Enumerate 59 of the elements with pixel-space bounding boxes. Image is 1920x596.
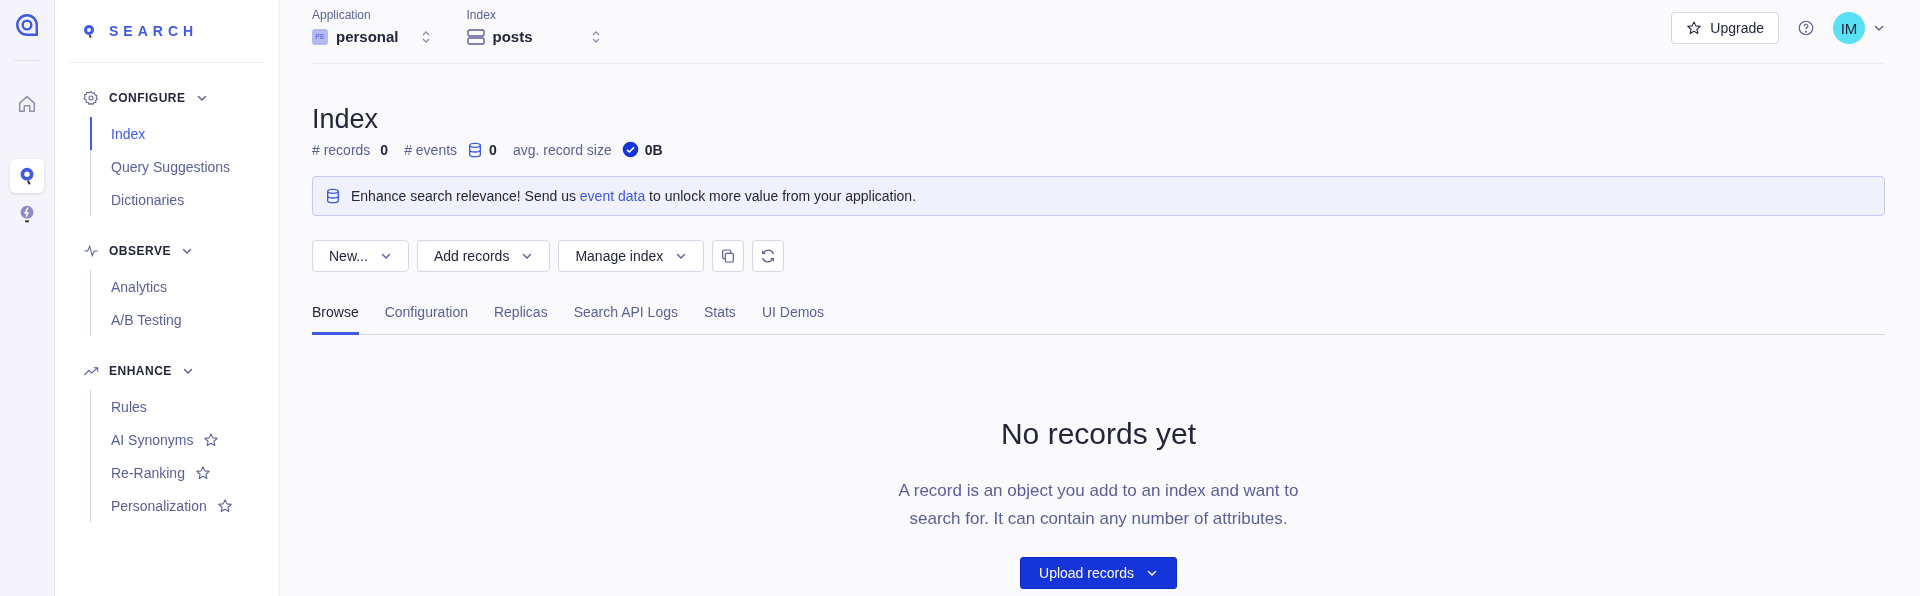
empty-state-title: No records yet (1000, 417, 1197, 451)
database-icon (325, 188, 341, 204)
section-header[interactable]: OBSERVE (83, 236, 265, 266)
copy-button[interactable] (712, 240, 745, 272)
home-icon (16, 93, 38, 115)
server-stack-icon (466, 28, 485, 45)
tab[interactable]: Browse (312, 296, 359, 335)
empty-state-text: A record is an object you add to an index and want to search for. It can contain any number of attributes. (897, 480, 1300, 530)
field-label: Application (312, 8, 372, 22)
sort-arrows-icon (590, 29, 601, 44)
stat-label: # events (404, 141, 458, 158)
stat-value: 0B (644, 141, 663, 158)
tab[interactable]: UI Demos (761, 296, 825, 335)
upgrade-button[interactable]: Upgrade (1671, 12, 1779, 44)
star-icon (194, 464, 211, 481)
settings-icon (83, 90, 99, 106)
stat-label: avg. record size (512, 141, 612, 158)
pulse-icon (83, 243, 99, 259)
tab[interactable]: Search API Logs (573, 296, 678, 335)
database-icon (467, 141, 484, 158)
rail-button[interactable] (10, 159, 44, 193)
sidebar-item[interactable]: Analytics (95, 278, 168, 295)
star-icon (216, 497, 233, 514)
banner-text: Enhance search relevance! Send us event data to unlock more value from your application. (351, 188, 917, 204)
sort-arrows-icon (420, 29, 431, 44)
field-label: Index (466, 8, 497, 22)
sidebar-item[interactable]: Dictionaries (95, 191, 185, 208)
stat-value: 0 (380, 141, 389, 158)
index-selector[interactable]: posts (466, 28, 601, 45)
stat-label: # records (312, 141, 371, 158)
page-title: Index (312, 104, 380, 135)
sidebar-item[interactable]: Query Suggestions (95, 158, 231, 175)
tab[interactable]: Replicas (493, 296, 548, 335)
star-icon (1686, 20, 1703, 36)
sidebar-item[interactable]: Re-Ranking (95, 464, 185, 481)
brand-name: SEARCH (109, 23, 199, 39)
sidebar-item[interactable]: A/B Testing (95, 311, 182, 328)
check-circle-icon (621, 141, 639, 158)
copy-icon (720, 248, 737, 264)
refresh-icon (760, 248, 777, 264)
app-logo (14, 12, 40, 61)
upload-records-button[interactable]: Upload records (1020, 557, 1177, 589)
dropdown-button[interactable]: New... (312, 240, 409, 272)
refresh-button[interactable] (752, 240, 785, 272)
section-header[interactable]: ENHANCE (83, 356, 265, 386)
sidebar-item[interactable]: Rules (95, 398, 147, 415)
sidebar-item[interactable]: Personalization (95, 497, 207, 514)
sidebar-item[interactable]: Index (95, 125, 146, 142)
search-pin-icon (83, 24, 95, 38)
dropdown-button[interactable]: Manage index (558, 240, 705, 272)
tab[interactable]: Configuration (384, 296, 468, 335)
stat-value: 0 (489, 141, 497, 158)
dropdown-button[interactable]: Add records (416, 240, 551, 272)
section-header[interactable]: CONFIGURE (83, 83, 265, 113)
star-icon (203, 431, 220, 448)
help-icon[interactable] (1797, 19, 1815, 37)
event-data-link[interactable]: event data (579, 188, 646, 204)
tab[interactable]: Stats (703, 296, 736, 335)
sidebar-item[interactable]: AI Synonyms (95, 431, 194, 448)
